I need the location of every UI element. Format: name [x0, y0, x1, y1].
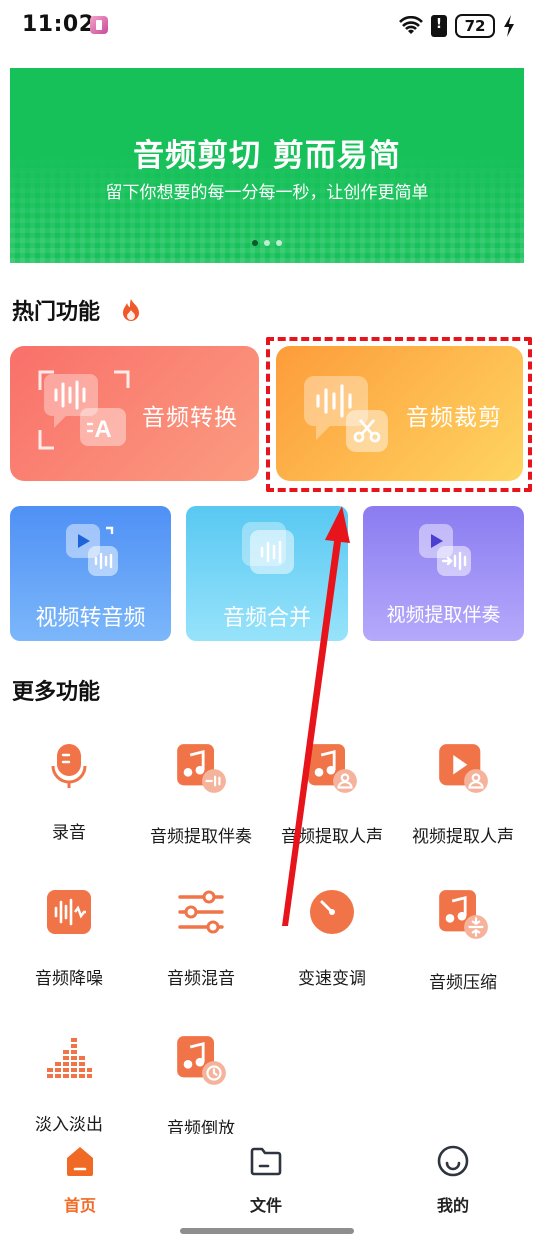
feature-label: 音频混音 — [167, 969, 235, 989]
home-icon — [67, 1147, 93, 1176]
fire-icon — [123, 299, 139, 321]
feature-audio-reverse[interactable]: 音频倒放 — [135, 1034, 267, 1139]
feature-audio-mix[interactable]: 音频混音 — [135, 888, 267, 989]
feature-label: 音频提取伴奏 — [150, 827, 252, 847]
banner-pagination — [10, 240, 524, 246]
music-reverse-icon — [177, 1036, 226, 1085]
feature-label: 淡入淡出 — [35, 1115, 103, 1135]
bottom-nav: 首页 文件 我的 — [0, 1134, 535, 1224]
microphone-icon — [51, 744, 87, 788]
video-extract-accompaniment-card[interactable]: 视频提取伴奏 — [363, 506, 524, 641]
nav-files-label: 文件 — [249, 1196, 282, 1215]
smile-face-icon — [437, 1145, 469, 1177]
feature-label: 音频提取人声 — [281, 827, 383, 847]
feature-audio-extract-accompaniment[interactable]: 音频提取伴奏 — [135, 742, 267, 847]
nav-files[interactable]: 文件 — [216, 1144, 316, 1216]
feature-video-extract-vocal[interactable]: 视频提取人声 — [397, 742, 529, 847]
charging-bolt-icon — [504, 15, 514, 37]
feature-record[interactable]: 录音 — [3, 742, 135, 843]
banner-title: 音频剪切 剪而易简 — [133, 138, 401, 174]
promo-banner[interactable]: 音频剪切 剪而易简 留下你想要的每一分每一秒，让创作更简单 — [10, 68, 524, 263]
nav-home[interactable]: 首页 — [30, 1144, 130, 1216]
audio-convert-card[interactable]: A 音频转换 — [10, 346, 259, 481]
feature-label: 音频压缩 — [429, 973, 497, 993]
notification-app-icon — [90, 16, 108, 34]
feature-audio-extract-vocal[interactable]: 音频提取人声 — [266, 742, 398, 847]
banner-dot[interactable] — [276, 240, 282, 246]
svg-text:A: A — [94, 416, 111, 443]
feature-noise-reduction[interactable]: 音频降噪 — [3, 888, 135, 989]
feature-label: 音频降噪 — [35, 969, 103, 989]
nav-mine-label: 我的 — [436, 1196, 469, 1215]
hot-section-title: 热门功能 — [12, 300, 101, 325]
home-indicator-bar[interactable] — [180, 1228, 354, 1234]
folder-icon — [250, 1147, 282, 1176]
mixer-sliders-icon — [178, 890, 224, 934]
audio-merge-icon — [242, 522, 294, 574]
nav-mine[interactable]: 我的 — [403, 1144, 503, 1216]
video-extract-vocal-icon — [439, 744, 488, 793]
video-to-audio-card[interactable]: 视频转音频 — [10, 506, 171, 641]
music-extract-vocal-icon — [308, 744, 357, 793]
video-extract-accompaniment-label: 视频提取伴奏 — [386, 604, 501, 626]
audio-convert-icon: A — [38, 370, 130, 450]
music-extract-accompaniment-icon — [177, 744, 226, 793]
video-to-audio-label: 视频转音频 — [35, 606, 146, 631]
feature-label: 视频提取人声 — [412, 827, 514, 847]
video-extract-accompaniment-icon — [419, 524, 471, 576]
audio-merge-card[interactable]: 音频合并 — [186, 506, 348, 641]
music-compress-icon — [439, 890, 488, 939]
sim-alert-icon — [431, 15, 447, 37]
feature-speed-pitch[interactable]: 变速变调 — [266, 888, 398, 989]
audio-merge-label: 音频合并 — [222, 606, 311, 631]
feature-label: 变速变调 — [298, 969, 366, 989]
banner-subtitle: 留下你想要的每一分每一秒，让创作更简单 — [105, 183, 429, 203]
status-indicators: 72 — [399, 13, 515, 39]
more-section-title: 更多功能 — [12, 680, 101, 705]
battery-indicator: 72 — [455, 14, 495, 38]
status-time: 11:02 — [22, 12, 95, 37]
speed-dial-icon — [310, 890, 354, 934]
feature-fade[interactable]: 淡入淡出 — [3, 1034, 135, 1135]
video-to-audio-icon — [66, 524, 118, 576]
feature-audio-compress[interactable]: 音频压缩 — [397, 888, 529, 993]
noise-reduction-icon — [47, 890, 91, 934]
audio-convert-label: 音频转换 — [142, 405, 238, 431]
banner-dot[interactable] — [264, 240, 270, 246]
wifi-icon — [399, 16, 423, 34]
feature-label: 录音 — [52, 823, 86, 843]
highlight-annotation-box — [266, 337, 532, 492]
fade-equalizer-icon — [47, 1038, 92, 1078]
nav-home-label: 首页 — [63, 1196, 96, 1215]
status-bar: 11:02 72 — [0, 0, 535, 56]
banner-dot[interactable] — [252, 240, 258, 246]
